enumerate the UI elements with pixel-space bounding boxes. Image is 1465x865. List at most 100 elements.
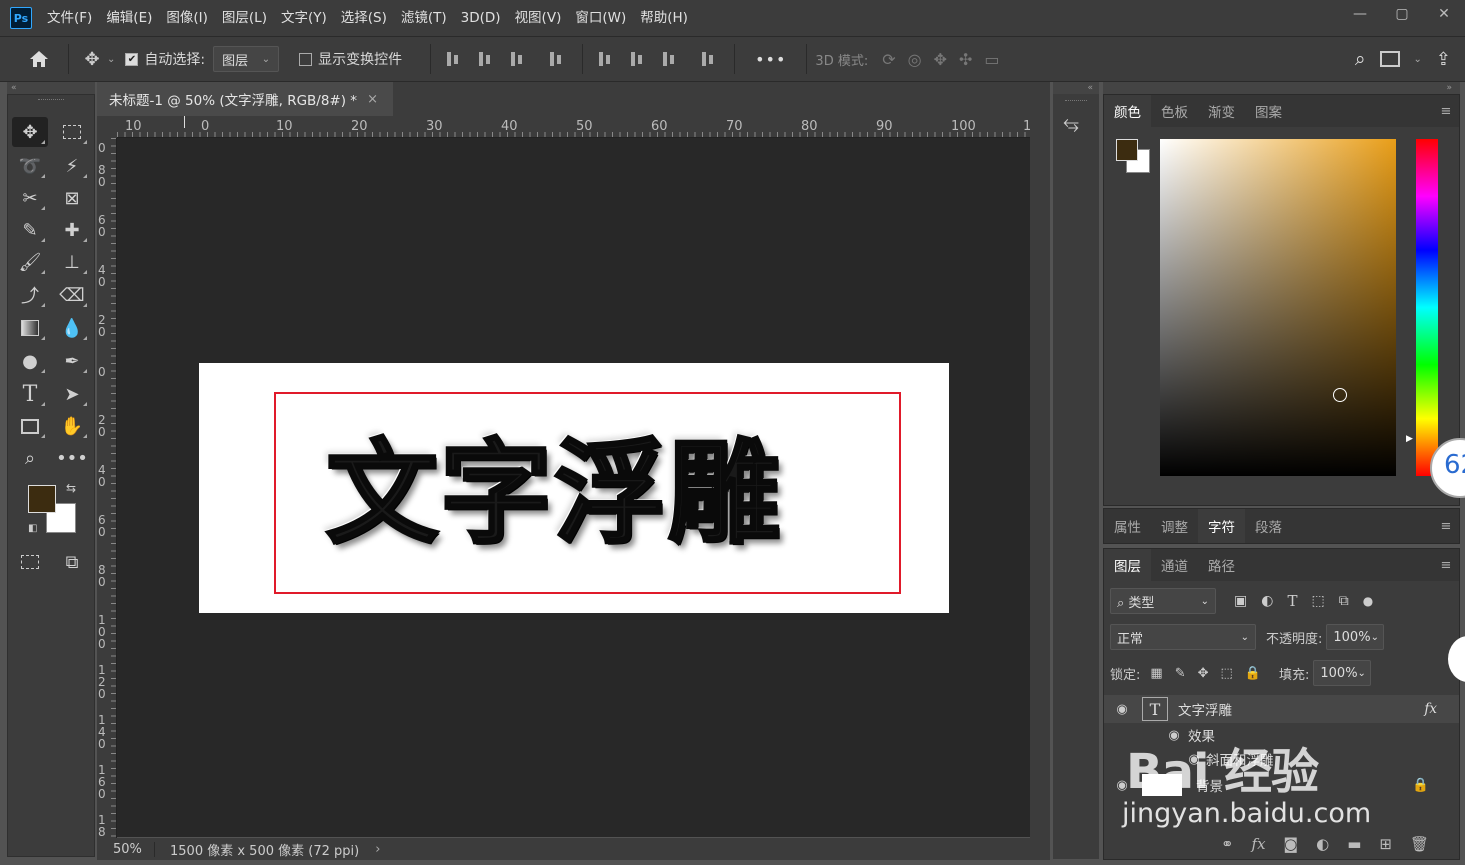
home-icon[interactable]	[24, 44, 54, 74]
tab-layers[interactable]: 图层	[1104, 549, 1151, 581]
dock-collapse[interactable]: «	[1053, 82, 1099, 94]
opacity-input[interactable]: 100% ⌄	[1326, 624, 1385, 650]
rectangle-tool-icon[interactable]	[12, 411, 48, 441]
menu-image[interactable]: 图像(I)	[159, 0, 215, 36]
filter-shape-icon[interactable]: ⬚	[1311, 593, 1324, 609]
auto-select-checkbox[interactable]: ✔	[125, 52, 139, 66]
new-adjustment-icon[interactable]: ◐	[1316, 835, 1329, 853]
align-bottom-icon[interactable]	[660, 48, 682, 70]
blend-mode-dropdown[interactable]: 正常 ⌄	[1110, 624, 1256, 650]
history-brush-tool-icon[interactable]: ⤴	[12, 280, 48, 310]
hue-slider-arrow[interactable]: ▶	[1406, 434, 1413, 444]
link-layers-icon[interactable]: ⚭	[1221, 835, 1234, 853]
tab-swatches[interactable]: 色板	[1151, 95, 1198, 127]
more-options-icon[interactable]: •••	[755, 50, 786, 69]
brush-tool-icon[interactable]: 🖌	[12, 247, 48, 277]
panel-menu-icon[interactable]: ≡	[1433, 509, 1459, 543]
tab-patterns[interactable]: 图案	[1245, 95, 1292, 127]
menu-file[interactable]: 文件(F)	[40, 0, 99, 36]
eye-icon[interactable]: ◉	[1164, 728, 1184, 743]
menu-filter[interactable]: 滤镜(T)	[394, 0, 454, 36]
3d-orbit-icon[interactable]: ⟳	[882, 50, 895, 69]
toolbar-collapse[interactable]: «	[7, 82, 95, 94]
stamp-tool-icon[interactable]: ⊥	[54, 247, 90, 277]
eraser-tool-icon[interactable]: ⌫	[54, 280, 90, 310]
panel-menu-icon[interactable]: ≡	[1433, 95, 1459, 127]
filter-toggle-icon[interactable]: ●	[1363, 594, 1373, 608]
tab-paragraph[interactable]: 段落	[1245, 509, 1292, 543]
workspace-icon[interactable]	[1379, 51, 1400, 67]
lock-all-icon[interactable]: 🔒	[1245, 666, 1261, 681]
color-picker-cursor[interactable]	[1333, 388, 1347, 402]
path-selection-tool-icon[interactable]: ➤	[54, 379, 90, 409]
menu-type[interactable]: 文字(Y)	[274, 0, 334, 36]
chevron-down-icon[interactable]: ⌄	[107, 54, 115, 65]
tab-color[interactable]: 颜色	[1104, 95, 1151, 127]
tab-properties[interactable]: 属性	[1104, 509, 1151, 543]
document-tab[interactable]: 未标题-1 @ 50% (文字浮雕, RGB/8#) * ×	[97, 82, 393, 116]
align-right-icon[interactable]	[508, 48, 530, 70]
layer-row-background[interactable]: ◉ 背景 🔒	[1104, 771, 1459, 799]
screen-mode-icon[interactable]: ⧉	[54, 547, 90, 577]
tab-adjustments[interactable]: 调整	[1151, 509, 1198, 543]
close-window-button[interactable]: ✕	[1423, 0, 1465, 28]
layer-filter-dropdown[interactable]: ⌕ 类型 ⌄	[1110, 588, 1216, 614]
filter-type-icon[interactable]: T	[1287, 592, 1297, 610]
panel-menu-icon[interactable]: ≡	[1433, 549, 1459, 581]
lock-paint-icon[interactable]: ✎	[1175, 666, 1186, 681]
filter-smart-object-icon[interactable]: ⧉	[1339, 593, 1349, 609]
layer-row-text[interactable]: ◉ T 文字浮雕 fx	[1104, 695, 1459, 723]
menu-layer[interactable]: 图层(L)	[215, 0, 274, 36]
close-tab-icon[interactable]: ×	[367, 92, 378, 107]
pen-tool-icon[interactable]: ✒	[54, 346, 90, 376]
fill-input[interactable]: 100% ⌄	[1313, 660, 1372, 686]
minimize-button[interactable]: —	[1339, 0, 1381, 28]
quick-mask-icon[interactable]	[12, 547, 48, 577]
hue-slider[interactable]	[1416, 139, 1438, 476]
edit-toolbar-icon[interactable]: •••	[54, 443, 90, 473]
magic-wand-tool-icon[interactable]: ⚡	[54, 151, 90, 181]
filter-adjustment-icon[interactable]: ◐	[1261, 593, 1273, 609]
foreground-color-swatch[interactable]	[28, 485, 56, 513]
distribute-h-icon[interactable]	[547, 48, 569, 70]
zoom-tool-icon[interactable]: ⌕	[12, 443, 48, 473]
3d-slide-icon[interactable]: ✣	[959, 50, 972, 69]
eyedropper-tool-icon[interactable]: ✎	[12, 215, 48, 245]
crop-tool-icon[interactable]: ✂	[12, 183, 48, 213]
3d-roll-icon[interactable]: ◎	[908, 50, 922, 69]
hand-tool-icon[interactable]: ✋	[54, 411, 90, 441]
dodge-tool-icon[interactable]: ●	[12, 346, 48, 376]
status-arrow-icon[interactable]: ›	[375, 842, 380, 857]
share-icon[interactable]: ⇪	[1436, 49, 1451, 70]
chevron-down-icon[interactable]: ⌄	[1414, 54, 1422, 65]
blur-tool-icon[interactable]: 💧	[54, 313, 90, 343]
swap-colors-icon[interactable]: ⇆	[66, 481, 76, 495]
vertical-scrollbar[interactable]	[1030, 116, 1050, 838]
lock-transparent-icon[interactable]: ▦	[1150, 666, 1162, 681]
type-tool-icon[interactable]: T	[12, 379, 48, 409]
color-picker-field[interactable]	[1160, 139, 1396, 476]
gradient-tool-icon[interactable]	[12, 313, 48, 343]
maximize-button[interactable]: ▢	[1381, 0, 1423, 28]
menu-view[interactable]: 视图(V)	[508, 0, 569, 36]
eye-icon[interactable]: ◉	[1184, 752, 1204, 767]
filter-pixel-icon[interactable]: ▣	[1234, 593, 1247, 609]
search-icon[interactable]: ⌕	[1355, 48, 1366, 70]
align-left-icon[interactable]	[444, 48, 466, 70]
auto-select-dropdown[interactable]: 图层 ⌄	[213, 46, 280, 72]
lasso-tool-icon[interactable]: ➰	[12, 151, 48, 181]
eye-icon[interactable]: ◉	[1112, 702, 1132, 717]
lock-artboard-icon[interactable]: ⬚	[1221, 666, 1233, 681]
default-colors-icon[interactable]: ◧	[28, 523, 37, 534]
eye-icon[interactable]: ◉	[1112, 778, 1132, 793]
distribute-v-icon[interactable]	[699, 48, 721, 70]
add-mask-icon[interactable]: ◙	[1284, 835, 1299, 853]
canvas-area[interactable]: 文字浮雕	[117, 138, 1030, 837]
frame-tool-icon[interactable]: ⊠	[54, 183, 90, 213]
menu-edit[interactable]: 编辑(E)	[99, 0, 159, 36]
menu-3d[interactable]: 3D(D)	[454, 0, 508, 36]
tab-channels[interactable]: 通道	[1151, 549, 1198, 581]
move-tool-preset-icon[interactable]: ✥	[77, 44, 107, 74]
delete-layer-icon[interactable]: 🗑	[1410, 835, 1429, 853]
align-top-icon[interactable]	[596, 48, 618, 70]
